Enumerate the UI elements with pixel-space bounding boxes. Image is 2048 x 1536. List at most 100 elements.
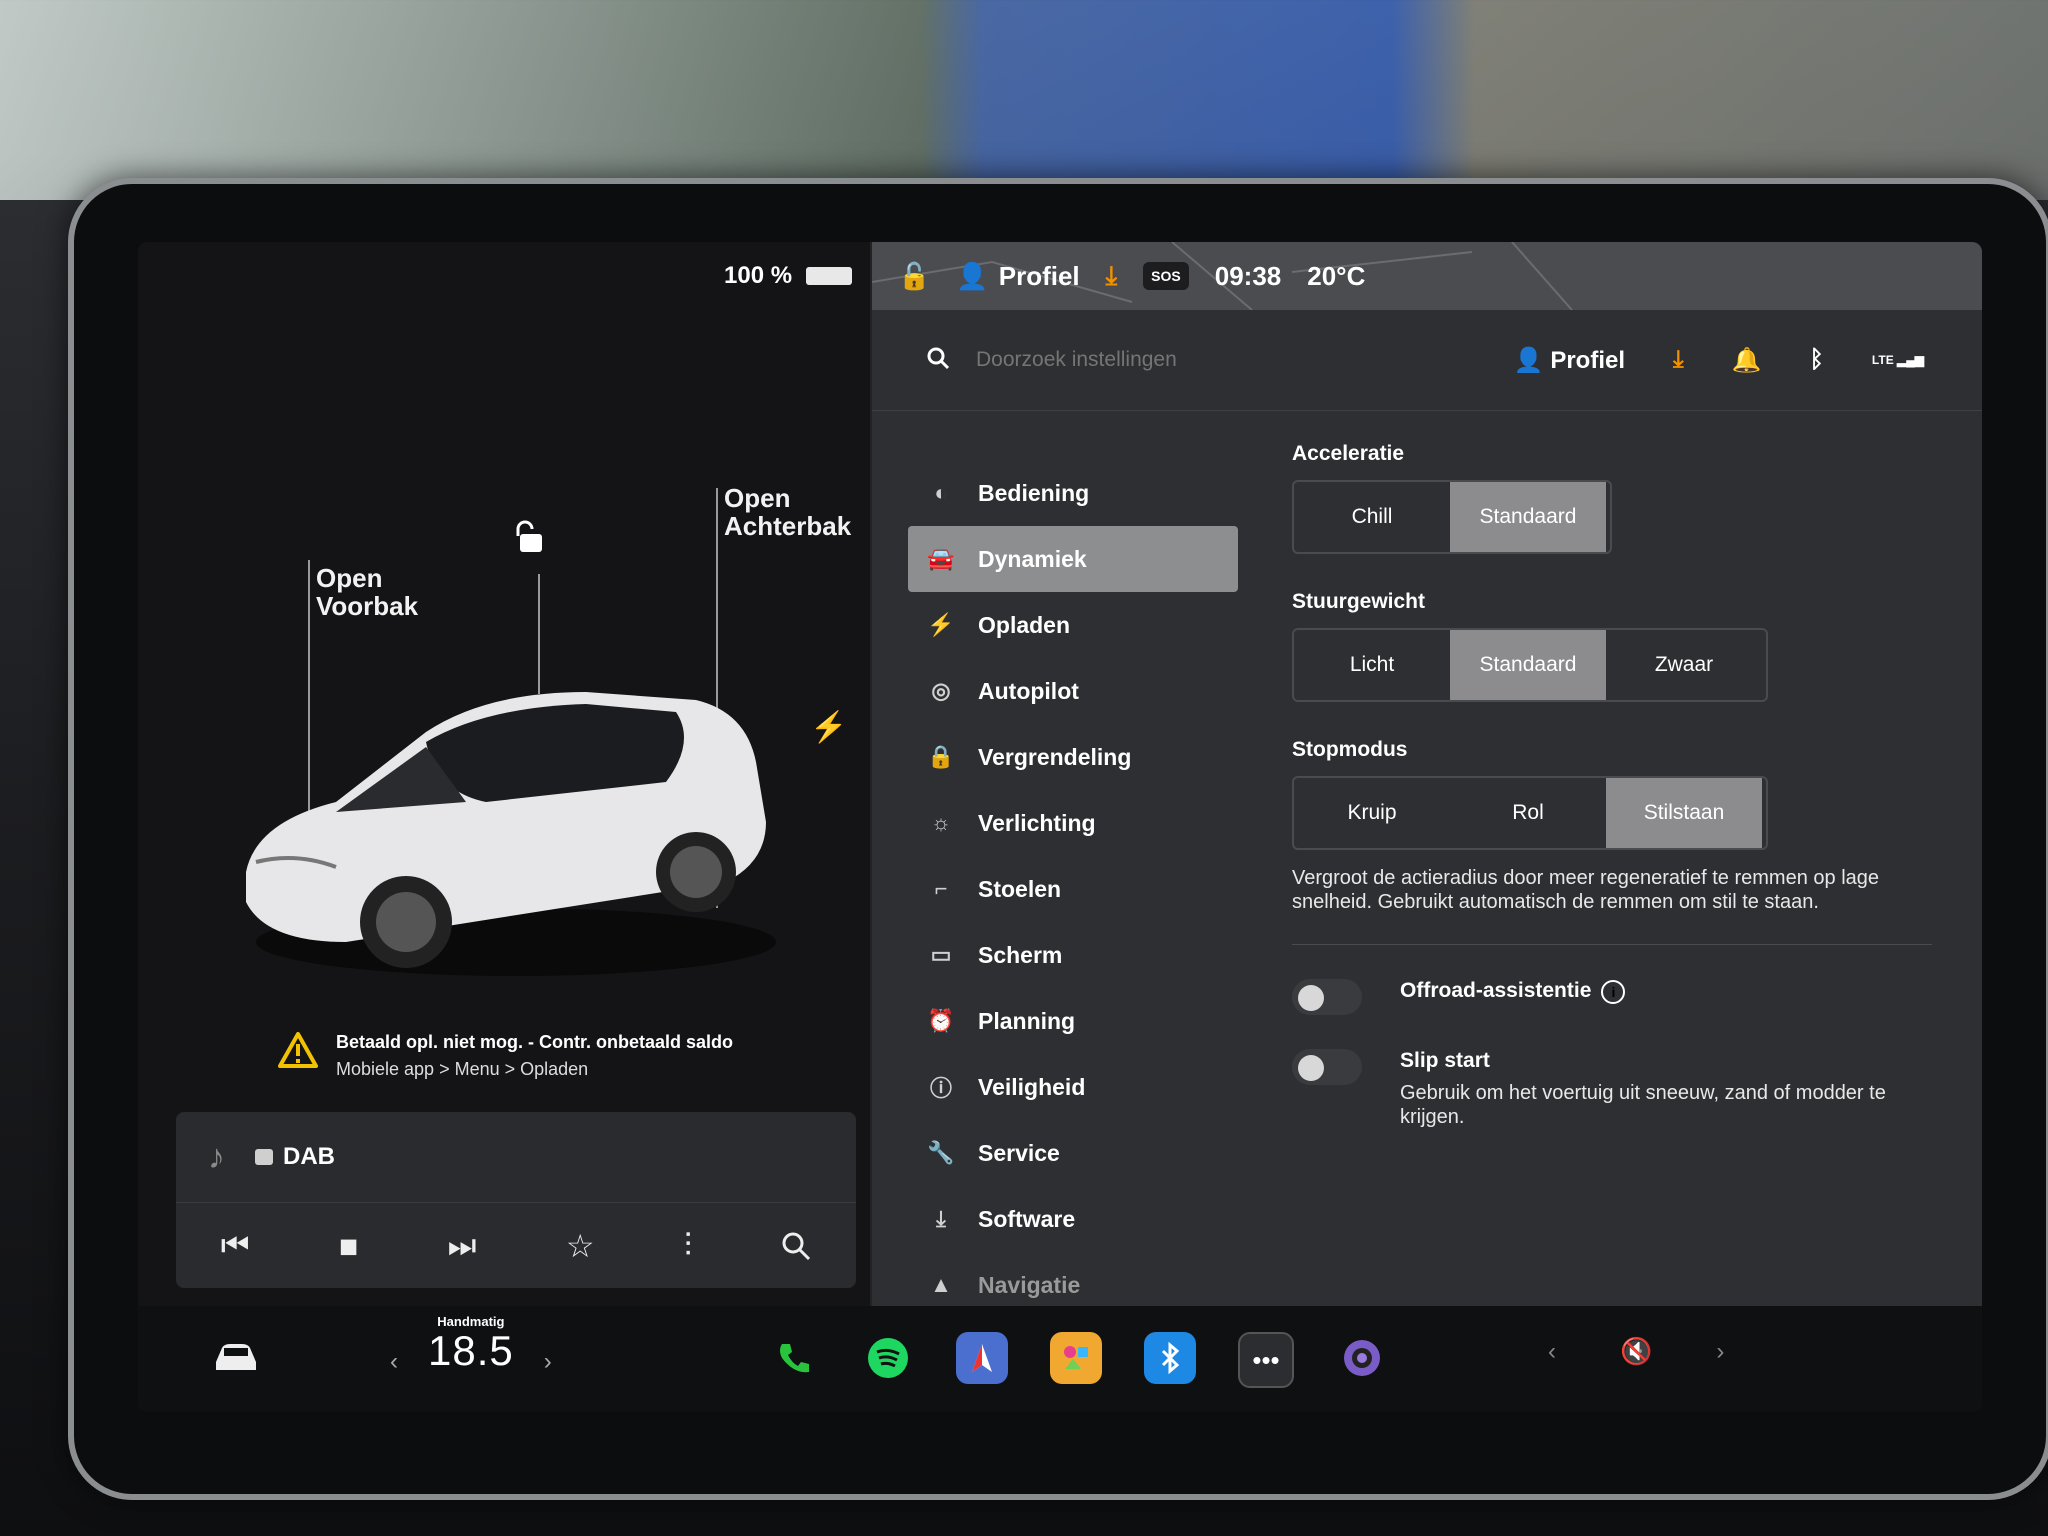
nav-label: Stoelen xyxy=(978,875,1062,902)
nav-item-autopilot[interactable]: ◎ Autopilot xyxy=(908,658,1238,724)
previous-track-icon[interactable]: ⏮ xyxy=(221,1227,250,1265)
toybox-icon[interactable] xyxy=(1050,1332,1102,1384)
nav-item-planning[interactable]: ⏰ Planning xyxy=(908,988,1238,1054)
profile-button[interactable]: 👤 Profiel xyxy=(1514,346,1625,375)
outside-temperature: 20°C xyxy=(1307,260,1366,291)
temp-down-chevron-icon[interactable]: ‹ xyxy=(390,1348,398,1376)
media-search-icon[interactable] xyxy=(781,1231,811,1261)
nav-item-software[interactable]: ⤓ Software xyxy=(908,1186,1238,1252)
steering-heavy-button[interactable]: Zwaar xyxy=(1606,630,1762,700)
lock-status-icon[interactable]: 🔓 xyxy=(898,261,930,292)
climate-control: ‹ Handmatig 18.5 › xyxy=(390,1314,552,1375)
status-bar: 🔓 👤 Profiel ⤓ SOS 09:38 20°C xyxy=(872,242,1365,310)
nav-item-bediening[interactable]: ◐ Bediening xyxy=(908,460,1238,526)
steering-selector: Licht Standaard Zwaar xyxy=(1292,628,1768,702)
alert-subtitle: Mobiele app > Menu > Opladen xyxy=(336,1059,589,1079)
nav-item-opladen[interactable]: ⚡ Opladen xyxy=(908,592,1238,658)
temp-up-chevron-icon[interactable]: › xyxy=(544,1348,552,1376)
stop-mode-title: Stopmodus xyxy=(1292,738,1408,761)
wrench-icon: 🔧 xyxy=(927,1140,955,1165)
acceleration-standard-button[interactable]: Standaard xyxy=(1450,482,1606,552)
car-icon: 🚘 xyxy=(927,546,955,571)
climate-temperature[interactable]: 18.5 xyxy=(428,1327,514,1375)
download-icon[interactable]: ⤓ xyxy=(1106,260,1118,292)
offroad-info-icon[interactable]: i xyxy=(1601,980,1626,1004)
nav-label: Dynamiek xyxy=(978,545,1087,572)
sos-button[interactable]: SOS xyxy=(1143,262,1189,290)
background-window xyxy=(0,0,2048,200)
bell-icon[interactable]: 🔔 xyxy=(1732,346,1762,375)
alarm-clock-icon: ⏰ xyxy=(927,1008,955,1033)
music-note-icon[interactable]: ♪ xyxy=(208,1138,225,1177)
trunk-label-1: Open xyxy=(724,483,791,513)
battery-status: 100 % xyxy=(724,262,853,290)
stop-mode-roll-button[interactable]: Rol xyxy=(1450,778,1606,848)
warning-icon xyxy=(278,1032,318,1068)
settings-search-input[interactable] xyxy=(974,347,1418,373)
nav-item-service[interactable]: 🔧 Service xyxy=(908,1120,1238,1186)
sun-icon: ☼ xyxy=(930,810,952,835)
info-icon: ⓘ xyxy=(929,1076,952,1101)
download-icon: ⤓ xyxy=(936,1206,946,1231)
nav-item-scherm[interactable]: ▭ Scherm xyxy=(908,922,1238,988)
lte-label: LTE xyxy=(1871,353,1894,367)
stop-mode-selector: Kruip Rol Stilstaan xyxy=(1292,776,1768,850)
nav-item-verlichting[interactable]: ☼ Verlichting xyxy=(908,790,1238,856)
steering-light-button[interactable]: Licht xyxy=(1294,630,1450,700)
profile-status[interactable]: 👤 Profiel xyxy=(956,261,1079,292)
navigation-app-icon[interactable] xyxy=(956,1332,1008,1384)
favorite-star-icon[interactable]: ☆ xyxy=(566,1227,595,1265)
nav-label: Navigatie xyxy=(978,1271,1081,1298)
nav-item-veiligheid[interactable]: ⓘ Veiligheid xyxy=(908,1054,1238,1120)
media-source-label: DAB xyxy=(283,1143,335,1170)
bluetooth-status-icon[interactable]: ᛒ xyxy=(1810,346,1824,374)
camera-icon[interactable] xyxy=(1336,1332,1388,1384)
radio-icon xyxy=(255,1149,273,1165)
next-track-icon[interactable]: ⏭ xyxy=(448,1227,477,1265)
volume-up-chevron-icon[interactable]: › xyxy=(1716,1338,1724,1366)
navigation-arrow-icon: ▲ xyxy=(930,1272,952,1297)
profile-status-label: Profiel xyxy=(998,260,1080,291)
nav-label: Vergrendeling xyxy=(978,743,1132,770)
offroad-label: Offroad-assistentie xyxy=(1400,979,1592,1002)
offroad-toggle[interactable] xyxy=(1292,979,1362,1015)
unlock-icon[interactable] xyxy=(514,520,544,554)
app-dock: ••• xyxy=(768,1332,1388,1388)
display-icon: ▭ xyxy=(930,942,952,967)
phone-icon[interactable] xyxy=(768,1332,820,1384)
stop-mode-hold-button[interactable]: Stilstaan xyxy=(1606,778,1762,848)
lte-signal-icon: LTE ▂▄▆ xyxy=(1871,353,1924,367)
steering-title: Stuurgewicht xyxy=(1292,590,1426,613)
seat-icon: ⌐ xyxy=(934,876,948,901)
volume-muted-icon[interactable]: 🔇 xyxy=(1620,1336,1652,1367)
car-controls-icon[interactable] xyxy=(212,1340,260,1374)
settings-nav: ◐ Bediening 🚘 Dynamiek ⚡ Opladen ◎ Autopilot… xyxy=(908,460,1238,1318)
equalizer-icon[interactable]: ⫶ xyxy=(684,1227,692,1265)
stop-icon[interactable]: ■ xyxy=(339,1228,358,1265)
nav-label: Bediening xyxy=(978,479,1090,506)
slip-start-toggle[interactable] xyxy=(1292,1049,1362,1085)
more-apps-icon[interactable]: ••• xyxy=(1238,1332,1294,1388)
stop-mode-creep-button[interactable]: Kruip xyxy=(1294,778,1450,848)
charge-port-icon[interactable]: ⚡ xyxy=(810,710,847,745)
nav-item-vergrendeling[interactable]: 🔒 Vergrendeling xyxy=(908,724,1238,790)
search-icon[interactable] xyxy=(926,346,950,375)
person-icon: 👤 xyxy=(956,260,989,291)
volume-down-chevron-icon[interactable]: ‹ xyxy=(1548,1338,1556,1366)
nav-item-stoelen[interactable]: ⌐ Stoelen xyxy=(908,856,1238,922)
slip-start-row: Slip start Gebruik om het voertuig uit s… xyxy=(1292,1049,1932,1129)
nav-label: Veiligheid xyxy=(978,1073,1086,1100)
steering-standard-button[interactable]: Standaard xyxy=(1450,630,1606,700)
media-source[interactable]: DAB xyxy=(255,1143,335,1171)
software-update-icon[interactable]: ⤓ xyxy=(1673,346,1684,374)
nav-item-dynamiek[interactable]: 🚘 Dynamiek xyxy=(908,526,1238,592)
spotify-icon[interactable] xyxy=(862,1332,914,1384)
profile-label: Profiel xyxy=(1550,346,1626,374)
nav-label: Scherm xyxy=(978,941,1063,968)
acceleration-chill-button[interactable]: Chill xyxy=(1294,482,1450,552)
acceleration-selector: Chill Standaard xyxy=(1292,480,1612,554)
divider xyxy=(1292,944,1932,945)
open-frunk-button[interactable]: Open Voorbak xyxy=(316,564,418,620)
open-trunk-button[interactable]: Open Achterbak xyxy=(724,484,851,540)
bluetooth-icon[interactable] xyxy=(1144,1332,1196,1384)
